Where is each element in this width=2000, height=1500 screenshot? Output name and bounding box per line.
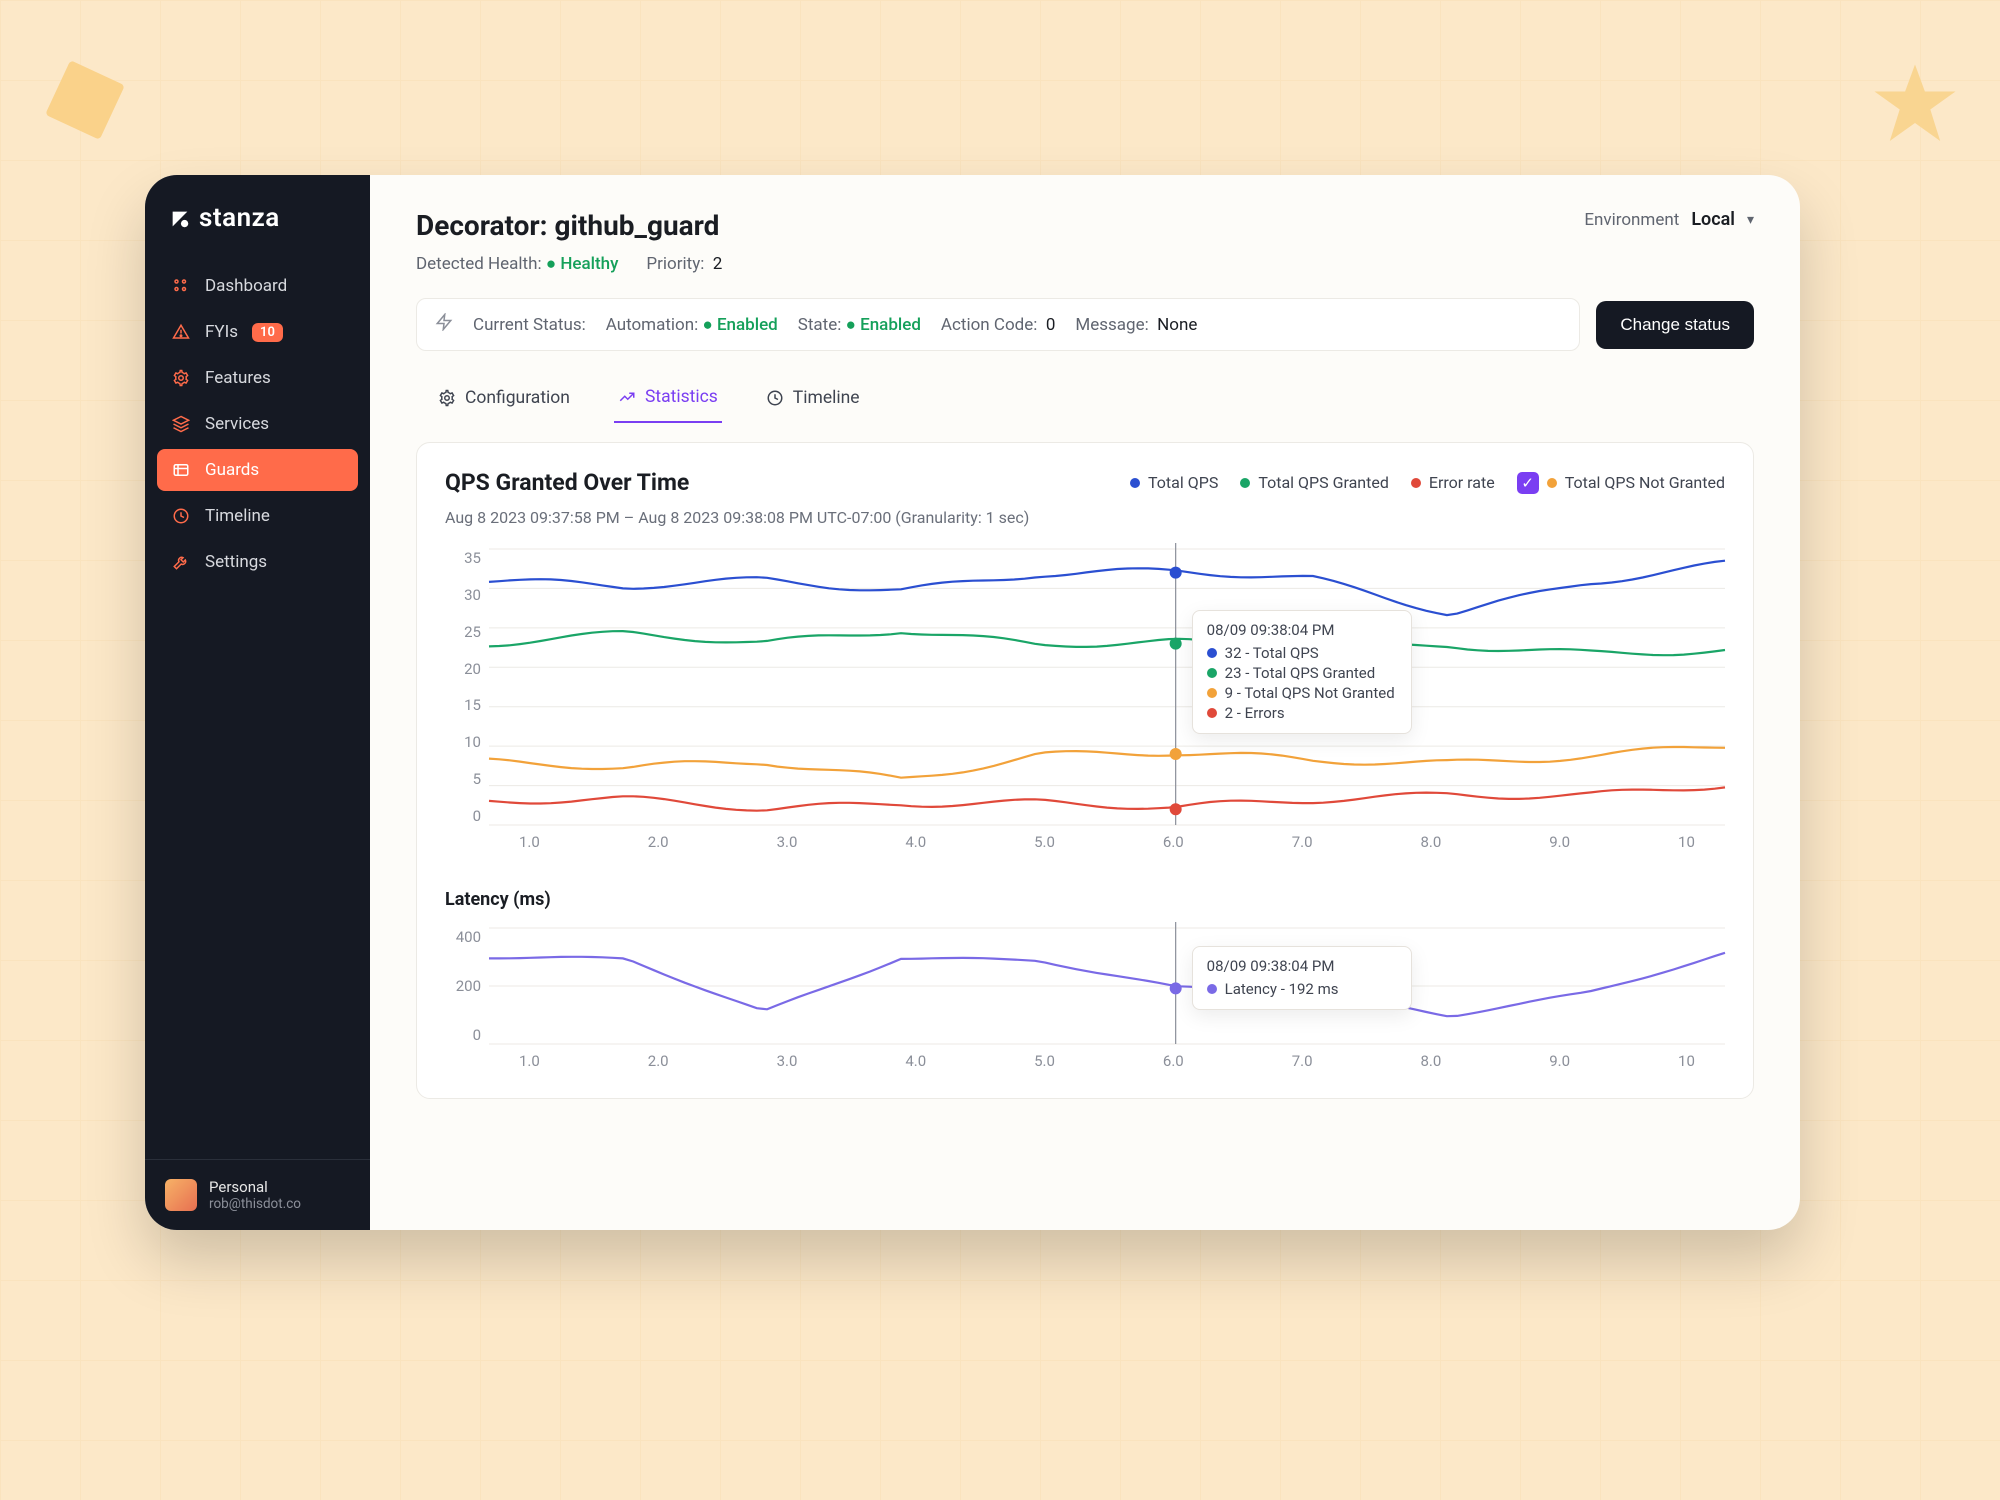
x-axis-labels: 1.02.03.04.05.06.07.08.09.010 bbox=[489, 833, 1725, 859]
clock-icon bbox=[171, 506, 191, 526]
latency-chart[interactable]: 4002000 1.02.03.04.05.06.07.08.09.010 08… bbox=[445, 928, 1725, 1078]
tab-label: Configuration bbox=[465, 388, 570, 408]
legend-item[interactable]: Total QPS bbox=[1130, 473, 1218, 492]
gear-icon bbox=[171, 368, 191, 388]
status-current-label: Current Status: bbox=[473, 315, 586, 335]
change-status-button[interactable]: Change status bbox=[1596, 301, 1754, 349]
legend-item[interactable]: Total QPS Granted bbox=[1240, 473, 1389, 492]
status-pill: Current Status: Automation: Enabled Stat… bbox=[416, 298, 1580, 351]
health-label: Detected Health: Healthy bbox=[416, 254, 618, 274]
main: Decorator: github_guard Detected Health:… bbox=[370, 175, 1800, 1230]
health-value: Healthy bbox=[546, 254, 619, 274]
sidebar-item-services[interactable]: Services bbox=[157, 403, 358, 445]
sidebar-item-fyis[interactable]: FYIs 10 bbox=[157, 311, 358, 353]
status-automation: Automation: Enabled bbox=[606, 315, 778, 335]
page-subheader: Detected Health: Healthy Priority: 2 bbox=[416, 254, 722, 274]
clock-icon bbox=[766, 389, 784, 407]
status-bar: Current Status: Automation: Enabled Stat… bbox=[416, 298, 1754, 351]
layers-icon bbox=[171, 414, 191, 434]
chart-tooltip: 08/09 09:38:04 PMLatency - 192 ms bbox=[1192, 946, 1412, 1010]
trend-icon bbox=[618, 388, 636, 406]
nav: Dashboard FYIs 10 Features Services Guar… bbox=[145, 265, 370, 1159]
status-state: State: Enabled bbox=[798, 315, 921, 335]
stats-card: QPS Granted Over Time Total QPSTotal QPS… bbox=[416, 442, 1754, 1099]
tabs: Configuration Statistics Timeline bbox=[416, 379, 1754, 424]
alert-icon bbox=[171, 322, 191, 342]
account-footer[interactable]: Personal rob@thisdot.co bbox=[145, 1159, 370, 1230]
brand-logo: stanza bbox=[145, 203, 370, 265]
avatar bbox=[165, 1179, 197, 1211]
sidebar-item-label: Services bbox=[205, 414, 269, 434]
sidebar-item-label: Features bbox=[205, 368, 271, 388]
plot-area bbox=[489, 928, 1725, 1044]
sidebar-item-label: Timeline bbox=[205, 506, 270, 526]
y-axis-labels: 4002000 bbox=[445, 928, 481, 1044]
tab-label: Timeline bbox=[793, 388, 860, 408]
sidebar-item-timeline[interactable]: Timeline bbox=[157, 495, 358, 537]
status-message: Message: None bbox=[1075, 315, 1197, 335]
sidebar-item-label: Settings bbox=[205, 552, 267, 572]
legend-dot bbox=[1411, 478, 1421, 488]
tab-statistics[interactable]: Statistics bbox=[614, 379, 722, 423]
gear-icon bbox=[438, 389, 456, 407]
sidebar-item-guards[interactable]: Guards bbox=[157, 449, 358, 491]
legend-dot bbox=[1547, 478, 1557, 488]
checkbox-checked-icon: ✓ bbox=[1517, 472, 1539, 494]
legend-label: Error rate bbox=[1429, 473, 1495, 492]
decorative-star bbox=[1870, 60, 1960, 154]
priority: Priority: 2 bbox=[646, 254, 722, 274]
tab-timeline[interactable]: Timeline bbox=[762, 379, 864, 423]
bolt-icon bbox=[435, 313, 453, 336]
latency-chart-title: Latency (ms) bbox=[445, 889, 1725, 910]
chart-title: QPS Granted Over Time bbox=[445, 469, 689, 496]
account-email: rob@thisdot.co bbox=[209, 1196, 301, 1212]
brand-name: stanza bbox=[199, 203, 280, 233]
sidebar-item-label: Guards bbox=[205, 460, 259, 480]
status-action-code: Action Code: 0 bbox=[941, 315, 1055, 335]
tab-configuration[interactable]: Configuration bbox=[434, 379, 574, 423]
card-header: QPS Granted Over Time Total QPSTotal QPS… bbox=[445, 469, 1725, 496]
legend-item[interactable]: Error rate bbox=[1411, 473, 1495, 492]
plot-area bbox=[489, 549, 1725, 825]
chevron-down-icon: ▾ bbox=[1747, 212, 1754, 228]
sidebar-item-features[interactable]: Features bbox=[157, 357, 358, 399]
sidebar: stanza Dashboard FYIs 10 Features Servic… bbox=[145, 175, 370, 1230]
x-axis-labels: 1.02.03.04.05.06.07.08.09.010 bbox=[489, 1052, 1725, 1078]
sidebar-item-dashboard[interactable]: Dashboard bbox=[157, 265, 358, 307]
legend-dot bbox=[1240, 478, 1250, 488]
page-header: Decorator: github_guard Detected Health:… bbox=[416, 209, 1754, 274]
tab-label: Statistics bbox=[645, 387, 718, 407]
wrench-icon bbox=[171, 552, 191, 572]
account-name: Personal bbox=[209, 1178, 301, 1196]
chart-tooltip: 08/09 09:38:04 PM32 - Total QPS23 - Tota… bbox=[1192, 610, 1412, 734]
legend-label: Total QPS bbox=[1148, 473, 1218, 492]
legend-label: Total QPS Granted bbox=[1258, 473, 1389, 492]
sidebar-item-settings[interactable]: Settings bbox=[157, 541, 358, 583]
badge: 10 bbox=[252, 323, 283, 342]
legend-dot bbox=[1130, 478, 1140, 488]
env-value: Local bbox=[1691, 209, 1735, 230]
grid-icon bbox=[171, 276, 191, 296]
env-label: Environment bbox=[1584, 210, 1679, 230]
chart-timestamp: Aug 8 2023 09:37:58 PM – Aug 8 2023 09:3… bbox=[445, 508, 1725, 527]
legend-item[interactable]: ✓ Total QPS Not Granted bbox=[1517, 472, 1725, 494]
account-info: Personal rob@thisdot.co bbox=[209, 1178, 301, 1212]
y-axis-labels: 35302520151050 bbox=[445, 549, 481, 825]
legend-label: Total QPS Not Granted bbox=[1565, 473, 1725, 492]
sidebar-item-label: FYIs bbox=[205, 322, 238, 342]
chart-legend: Total QPS Total QPS Granted Error rate ✓ Tot… bbox=[1130, 472, 1725, 494]
qps-chart[interactable]: 35302520151050 1.02.03.04.05.06.07.08.09… bbox=[445, 549, 1725, 859]
brand-mark-icon bbox=[169, 207, 191, 229]
sidebar-item-label: Dashboard bbox=[205, 276, 287, 296]
page-title: Decorator: github_guard bbox=[416, 209, 722, 242]
app-window: stanza Dashboard FYIs 10 Features Servic… bbox=[145, 175, 1800, 1230]
decorative-square bbox=[45, 60, 125, 140]
environment-selector[interactable]: Environment Local ▾ bbox=[1584, 209, 1754, 230]
shield-icon bbox=[171, 460, 191, 480]
